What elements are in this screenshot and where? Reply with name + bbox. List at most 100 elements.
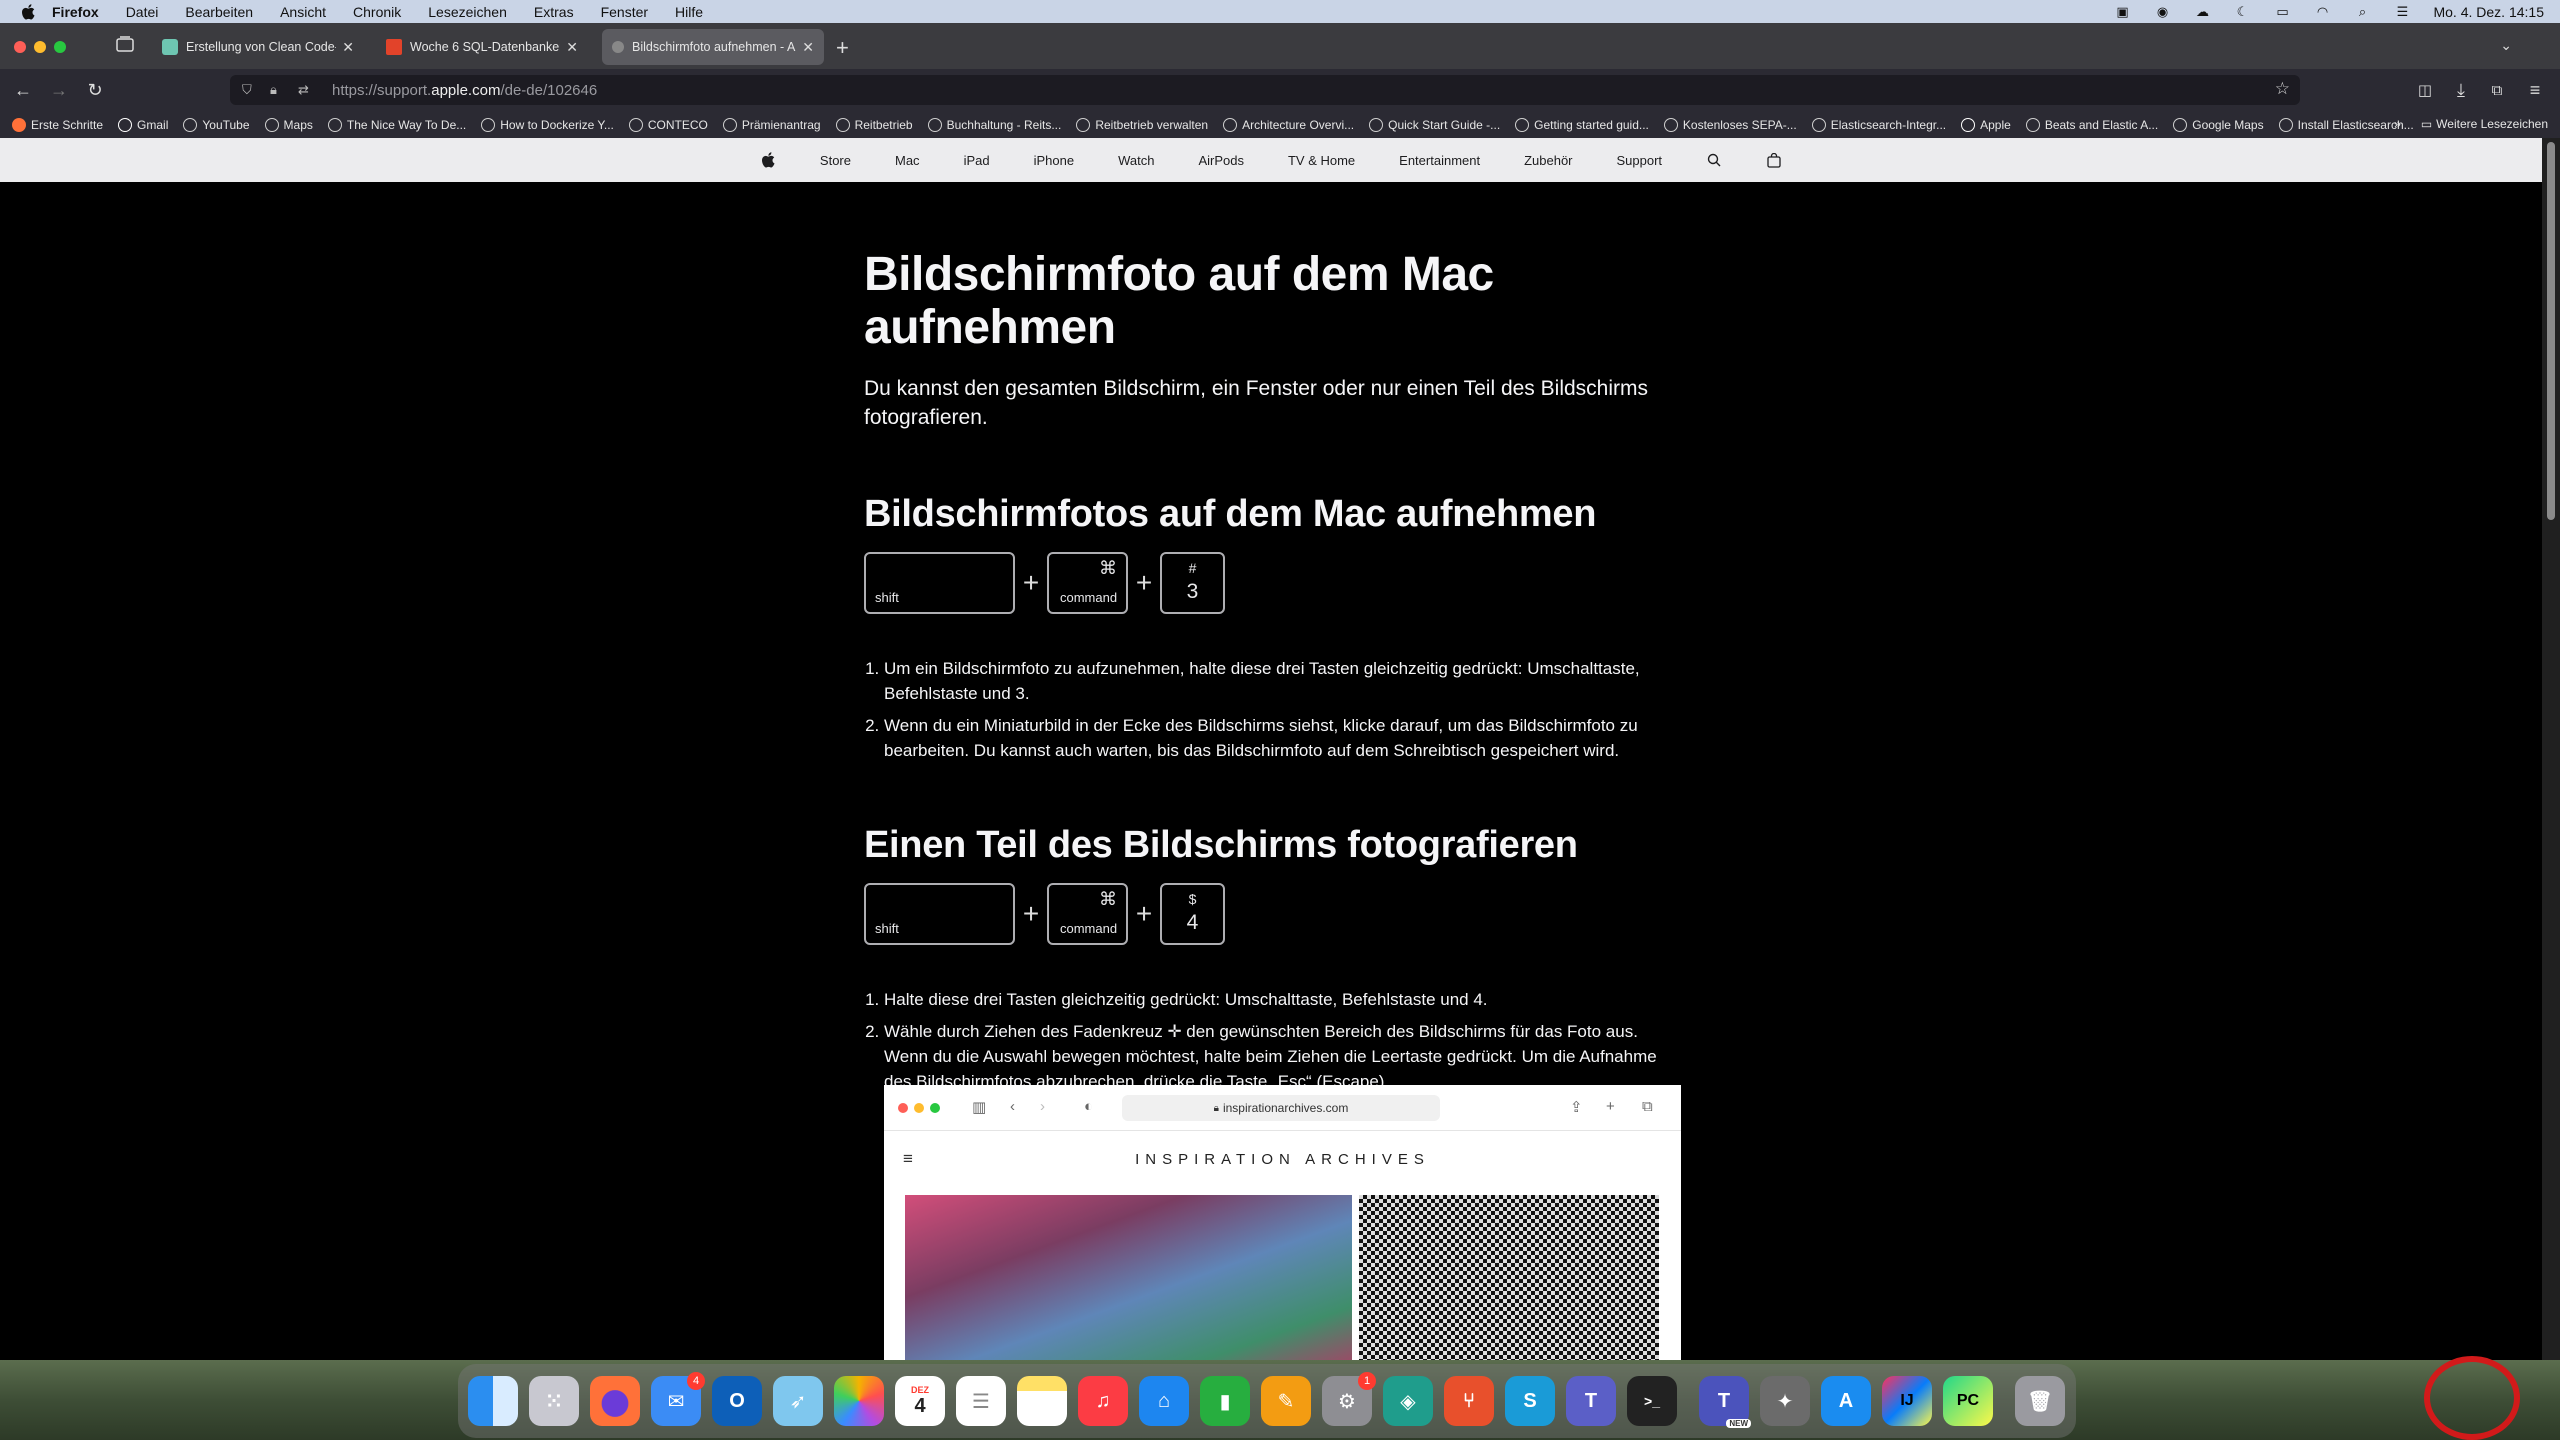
bookmark-item[interactable]: Erste Schritte bbox=[12, 117, 103, 132]
maps-icon[interactable]: ➶ bbox=[773, 1376, 823, 1426]
photos-icon[interactable] bbox=[834, 1376, 884, 1426]
lock-icon[interactable]: 🔒︎ bbox=[270, 82, 286, 98]
nav-entertainment[interactable]: Entertainment bbox=[1399, 153, 1480, 168]
menu-bearbeiten[interactable]: Bearbeiten bbox=[185, 4, 253, 20]
bookmark-item[interactable]: Reitbetrieb bbox=[835, 117, 913, 132]
new-tab-icon[interactable]: + bbox=[836, 35, 849, 61]
address-bar[interactable]: ⛉ 🔒︎ ⇄ https://support.apple.com/de-de/1… bbox=[230, 75, 2300, 105]
focus-moon-icon[interactable]: ☾ bbox=[2233, 4, 2251, 19]
close-tab-icon[interactable]: ✕ bbox=[566, 39, 578, 56]
close-tab-icon[interactable]: ✕ bbox=[802, 39, 814, 56]
terminal-icon[interactable]: >_ bbox=[1627, 1376, 1677, 1426]
firefox-view-icon[interactable] bbox=[116, 36, 138, 56]
nav-watch[interactable]: Watch bbox=[1118, 153, 1154, 168]
gimp-icon[interactable]: ✦ bbox=[1760, 1376, 1810, 1426]
nav-iphone[interactable]: iPhone bbox=[1034, 153, 1074, 168]
system-settings-icon[interactable]: ⚙ 1 bbox=[1322, 1372, 1376, 1426]
apple-menu-icon[interactable] bbox=[18, 2, 38, 22]
bookmark-item[interactable]: The Nice Way To De... bbox=[327, 117, 466, 132]
zoom-window-icon[interactable] bbox=[54, 41, 66, 53]
control-center-icon[interactable]: ☰ bbox=[2393, 4, 2411, 19]
bookmark-item[interactable]: Elasticsearch-Integr... bbox=[1811, 117, 1946, 132]
menu-extras[interactable]: Extras bbox=[534, 4, 574, 20]
mail-icon[interactable]: ✉ 4 bbox=[651, 1372, 705, 1426]
bookmark-item[interactable]: Getting started guid... bbox=[1515, 117, 1649, 132]
teams-icon[interactable]: T bbox=[1566, 1376, 1616, 1426]
scrollbar-thumb[interactable] bbox=[2547, 142, 2555, 520]
bookmark-item[interactable]: Gmail bbox=[118, 117, 168, 132]
minimize-window-icon[interactable] bbox=[34, 41, 46, 53]
page-scrollbar[interactable] bbox=[2542, 138, 2560, 1360]
close-window-icon[interactable] bbox=[14, 41, 26, 53]
tracking-shield-icon[interactable]: ⛉ bbox=[242, 82, 258, 98]
bookmark-item[interactable]: How to Dockerize Y... bbox=[481, 117, 614, 132]
nav-zubehoer[interactable]: Zubehör bbox=[1524, 153, 1572, 168]
url-text[interactable]: https://support.apple.com/de-de/102646 bbox=[332, 82, 597, 99]
chevron-double-right-icon[interactable]: » bbox=[2394, 117, 2401, 131]
menu-hilfe[interactable]: Hilfe bbox=[675, 4, 703, 20]
menu-fenster[interactable]: Fenster bbox=[601, 4, 648, 20]
forward-arrow-icon[interactable]: → bbox=[48, 79, 70, 101]
bookmark-item[interactable]: Quick Start Guide -... bbox=[1369, 117, 1500, 132]
finder-icon[interactable] bbox=[468, 1376, 518, 1426]
tab-bildschirmfoto[interactable]: Bildschirmfoto aufnehmen - App ✕ bbox=[602, 29, 824, 65]
outlook-icon[interactable]: O bbox=[712, 1376, 762, 1426]
wifi-icon[interactable]: ◠ bbox=[2313, 4, 2331, 19]
downloads-icon[interactable]: ⤓ bbox=[2450, 79, 2472, 101]
app-menu-icon[interactable]: ≡ bbox=[2524, 79, 2546, 101]
nav-tv-home[interactable]: TV & Home bbox=[1288, 153, 1355, 168]
firefox-icon[interactable] bbox=[590, 1376, 640, 1426]
shopping-bag-icon[interactable] bbox=[1766, 152, 1782, 168]
extensions-icon[interactable]: ⧉ bbox=[2486, 79, 2508, 101]
menu-firefox[interactable]: Firefox bbox=[52, 4, 99, 20]
trash-icon[interactable]: 🗑︎ bbox=[2015, 1376, 2065, 1426]
intellij-icon[interactable]: IJ bbox=[1882, 1376, 1932, 1426]
back-arrow-icon[interactable]: ← bbox=[12, 79, 34, 101]
screen-share-icon[interactable]: ▣ bbox=[2113, 4, 2131, 19]
reload-icon[interactable]: ↻ bbox=[84, 79, 106, 101]
bookmark-star-icon[interactable]: ☆ bbox=[2275, 79, 2290, 99]
tab-sql-datenbanken[interactable]: Woche 6 SQL-Datenbanken (#8 ✕ bbox=[376, 29, 588, 65]
sourcetree-icon[interactable]: ◈ bbox=[1383, 1376, 1433, 1426]
menu-clock[interactable]: Mo. 4. Dez. 14:15 bbox=[2433, 4, 2544, 20]
list-all-tabs-chevron-icon[interactable]: ⌄ bbox=[2500, 37, 2512, 54]
search-icon[interactable] bbox=[1706, 152, 1722, 168]
menu-datei[interactable]: Datei bbox=[126, 4, 159, 20]
music-icon[interactable]: ♫ bbox=[1078, 1376, 1128, 1426]
skype-icon[interactable]: S bbox=[1505, 1376, 1555, 1426]
bookmark-item[interactable]: Reitbetrieb verwalten bbox=[1076, 117, 1208, 132]
menu-chronik[interactable]: Chronik bbox=[353, 4, 401, 20]
nav-store[interactable]: Store bbox=[820, 153, 851, 168]
menu-lesezeichen[interactable]: Lesezeichen bbox=[428, 4, 507, 20]
launchpad-icon[interactable]: ⁙ bbox=[529, 1376, 579, 1426]
battery-icon[interactable]: ▭ bbox=[2273, 4, 2291, 19]
app-store-icon[interactable]: A bbox=[1821, 1376, 1871, 1426]
teams-new-icon[interactable]: T NEW bbox=[1699, 1376, 1751, 1428]
bookmark-item[interactable]: YouTube bbox=[183, 117, 250, 132]
nav-airpods[interactable]: AirPods bbox=[1198, 153, 1244, 168]
calendar-icon[interactable]: DEZ 4 bbox=[895, 1376, 945, 1426]
pocket-icon[interactable]: ◫ bbox=[2414, 79, 2436, 101]
bookmark-item[interactable]: Architecture Overvi... bbox=[1223, 117, 1354, 132]
close-tab-icon[interactable]: ✕ bbox=[342, 39, 354, 56]
bookmark-item[interactable]: Apple bbox=[1961, 117, 2011, 132]
tab-clean-code[interactable]: Erstellung von Clean Code-Mai ✕ bbox=[152, 29, 364, 65]
apple-logo-icon[interactable] bbox=[760, 152, 776, 168]
other-bookmarks-label[interactable]: Weitere Lesezeichen bbox=[2436, 117, 2548, 131]
cloud-icon[interactable]: ☁ bbox=[2193, 4, 2211, 19]
notes-icon[interactable] bbox=[1017, 1376, 1067, 1426]
bookmark-item[interactable]: Beats and Elastic A... bbox=[2025, 117, 2158, 132]
numbers-icon[interactable]: ▮ bbox=[1200, 1376, 1250, 1426]
bookmark-item[interactable]: Google Maps bbox=[2173, 117, 2264, 132]
nav-mac[interactable]: Mac bbox=[895, 153, 920, 168]
git-client-icon[interactable]: ⑂ bbox=[1444, 1376, 1494, 1426]
bookmark-item[interactable]: Prämienantrag bbox=[722, 117, 821, 132]
reminders-icon[interactable]: ☰ bbox=[956, 1376, 1006, 1426]
pages-icon[interactable]: ✎ bbox=[1261, 1376, 1311, 1426]
keynote-icon[interactable]: ⌂ bbox=[1139, 1376, 1189, 1426]
bookmark-item[interactable]: Kostenloses SEPA-... bbox=[1663, 117, 1797, 132]
nav-ipad[interactable]: iPad bbox=[964, 153, 990, 168]
more-bookmarks[interactable]: » ▭ Weitere Lesezeichen bbox=[2394, 117, 2548, 131]
app-status-icon[interactable]: ◉ bbox=[2153, 4, 2171, 19]
menu-ansicht[interactable]: Ansicht bbox=[280, 4, 326, 20]
